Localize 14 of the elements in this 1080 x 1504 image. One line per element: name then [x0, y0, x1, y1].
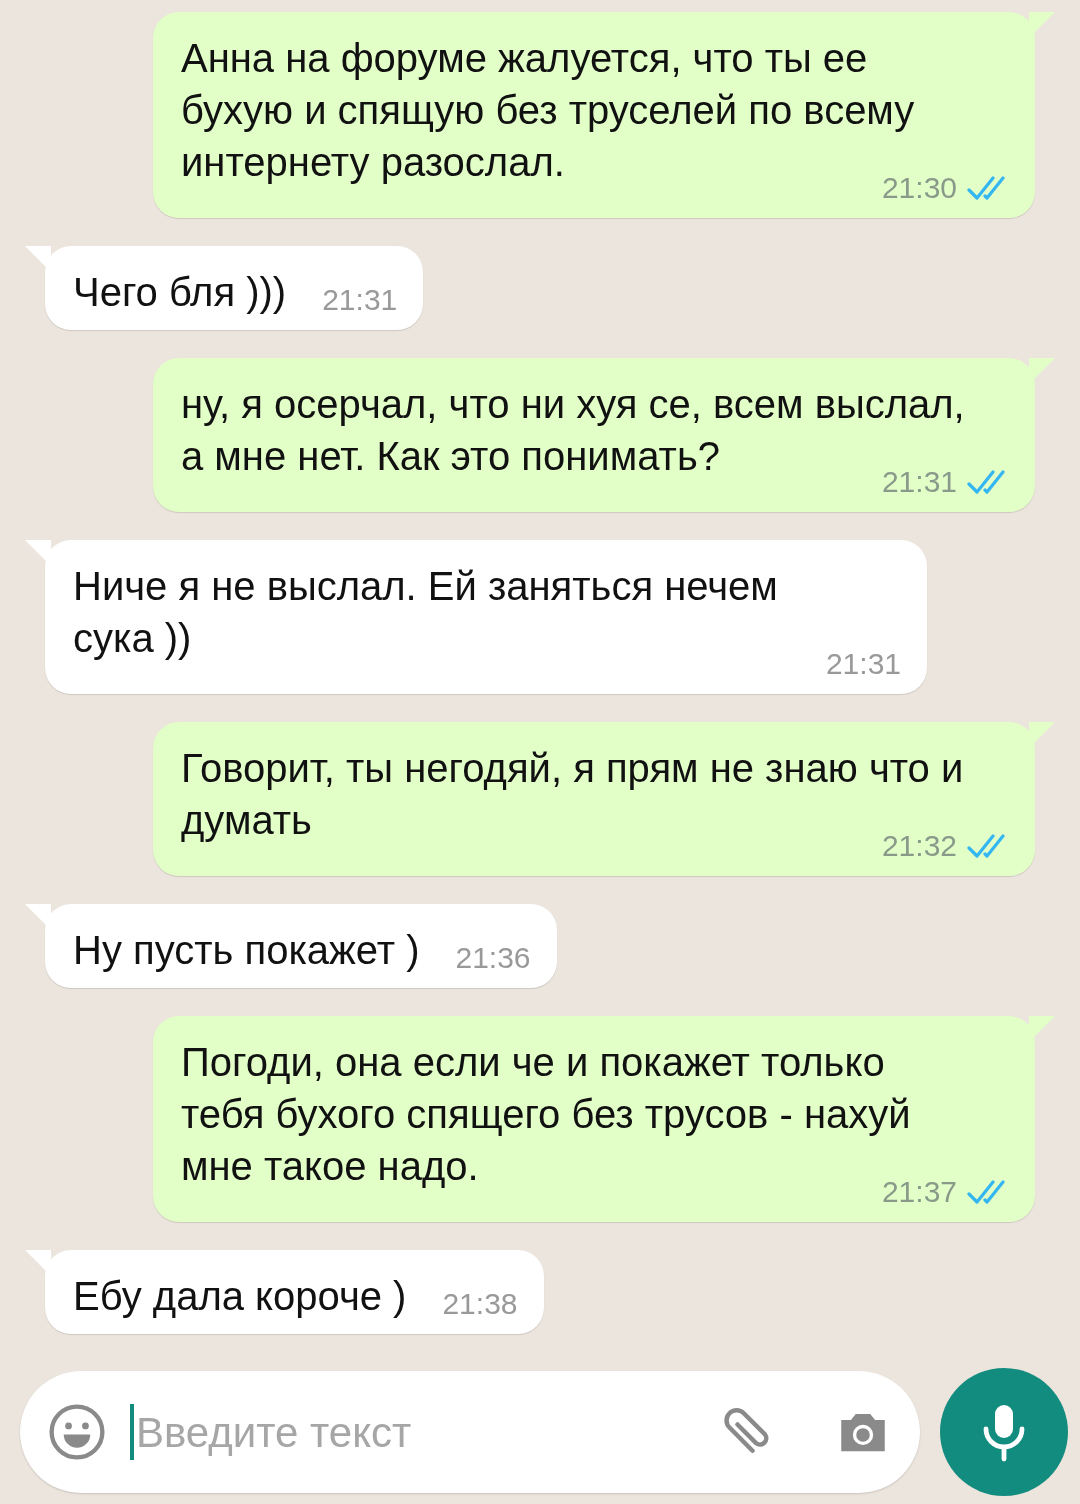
message-input-field[interactable]: Введите текст: [20, 1371, 920, 1493]
message-time: 21:31: [825, 646, 901, 682]
text-input[interactable]: Введите текст: [130, 1404, 696, 1460]
message-time: 21:31: [881, 464, 957, 500]
message-text: Чего бля ))): [73, 269, 287, 316]
message-time: 21:36: [455, 940, 531, 976]
message-time: 21:31: [322, 282, 398, 318]
message-time: 21:38: [442, 1286, 518, 1322]
emoji-icon[interactable]: [48, 1403, 106, 1461]
message-time: 21:30: [881, 170, 957, 206]
message-time: 21:37: [881, 1174, 957, 1210]
message-text: Ну пусть покажет ): [73, 927, 420, 974]
message-text: Ебу дала короче ): [73, 1273, 407, 1320]
message-time: 21:32: [881, 828, 957, 864]
